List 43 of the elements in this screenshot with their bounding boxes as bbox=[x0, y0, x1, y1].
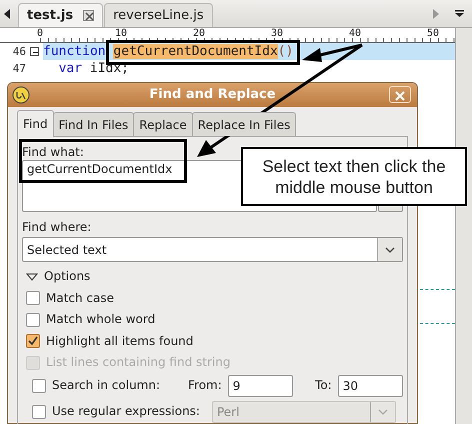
checkbox-label: Highlight all items found bbox=[46, 334, 194, 349]
checkbox[interactable] bbox=[32, 378, 46, 392]
triangle-icon bbox=[26, 272, 38, 281]
ruler-number: 30 bbox=[271, 28, 284, 39]
dialog-tab[interactable]: Find In Files bbox=[52, 112, 134, 136]
field-label: To: bbox=[315, 378, 332, 393]
ruler-number: 10 bbox=[115, 28, 128, 39]
checkbox[interactable] bbox=[26, 291, 40, 306]
scroll-right-icon[interactable] bbox=[433, 8, 439, 18]
checkbox-label: Search in column: bbox=[52, 378, 160, 393]
field-label: Find what: bbox=[22, 145, 85, 160]
checkbox-label: Match case bbox=[46, 290, 114, 306]
close-icon bbox=[395, 91, 405, 102]
find-where-select[interactable]: Selected text bbox=[22, 237, 403, 262]
from-field[interactable]: 9 bbox=[228, 374, 294, 396]
dialog-title: Find and Replace bbox=[149, 86, 276, 104]
options-toggle[interactable]: Options bbox=[22, 266, 403, 288]
ruler-number: 40 bbox=[349, 28, 362, 39]
instruction-tooltip: Select text then click the middle mouse button bbox=[241, 147, 467, 206]
dialog-tab[interactable]: Replace bbox=[133, 112, 193, 136]
close-button[interactable] bbox=[389, 86, 411, 103]
dialog-tab[interactable]: Find bbox=[17, 110, 54, 137]
checkbox-label: Use regular expressions: bbox=[52, 404, 200, 419]
chevron-down-icon bbox=[385, 246, 395, 252]
close-icon[interactable] bbox=[83, 10, 94, 21]
fold-icon[interactable] bbox=[30, 47, 39, 56]
file-tab[interactable]: reverseLine.js bbox=[104, 3, 213, 27]
ruler-number: 20 bbox=[193, 28, 206, 39]
checkbox-label: List lines containing find string bbox=[46, 355, 230, 370]
ruler-number: 0 bbox=[37, 28, 44, 39]
field-label: Find where: bbox=[22, 220, 92, 235]
app-logo-icon bbox=[12, 86, 30, 104]
to-field[interactable]: 30 bbox=[338, 374, 403, 396]
chevron-down-icon bbox=[378, 408, 388, 414]
checkbox-label: Match whole word bbox=[46, 312, 156, 328]
ruler-number: 50 bbox=[427, 28, 440, 39]
dropdown-icon[interactable] bbox=[455, 10, 464, 17]
checkbox[interactable] bbox=[26, 334, 40, 348]
file-tab[interactable]: test.js bbox=[18, 3, 104, 27]
checkbox[interactable] bbox=[26, 312, 40, 327]
code-line: var iIdx; bbox=[58, 60, 130, 77]
field-label: From: bbox=[188, 378, 222, 393]
dialog-tab[interactable]: Replace In Files bbox=[192, 112, 296, 136]
